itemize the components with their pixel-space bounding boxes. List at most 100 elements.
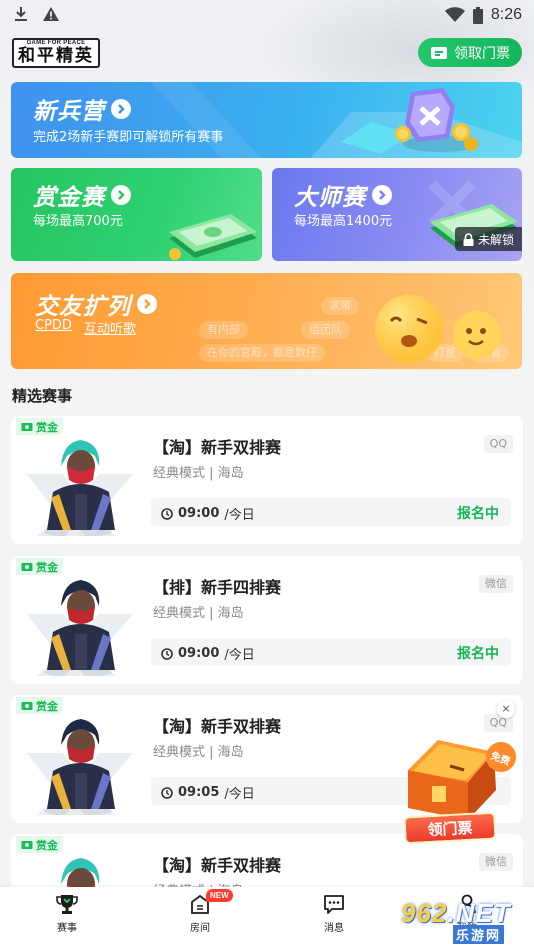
- nav-label: 房间: [190, 923, 210, 934]
- character-image: [27, 580, 133, 676]
- message-icon: [324, 895, 344, 914]
- match-time-value: 09:00: [178, 506, 220, 521]
- nav-tab-rooms[interactable]: NEW 房间: [160, 889, 240, 934]
- logo-title: 和平精英: [18, 46, 94, 66]
- clock-icon: [161, 786, 173, 799]
- master-title: 大师赛: [294, 185, 366, 211]
- new-badge: NEW: [206, 889, 233, 902]
- cash-icon: [21, 840, 33, 849]
- claim-ticket-button[interactable]: 领取门票: [418, 38, 522, 67]
- claim-ticket-label: 领取门票: [454, 45, 510, 62]
- bounty-title-row: 赏金赛: [33, 178, 131, 212]
- match-title: 【排】新手四排赛: [153, 578, 282, 597]
- match-time: 09:00/今日: [161, 644, 255, 663]
- master-subtitle: 每场最高1400元: [294, 214, 393, 229]
- chat-bubble: 求带: [321, 297, 359, 315]
- chat-bubble: 有内部: [199, 321, 248, 339]
- cpdd-link[interactable]: CPDD: [35, 318, 72, 337]
- cash-icon: [21, 422, 33, 431]
- match-mode: 经典模式 | 海岛: [153, 745, 244, 760]
- bounty-subtitle: 每场最高700元: [33, 214, 123, 229]
- download-icon: [15, 7, 27, 21]
- master-banner[interactable]: 大师赛 每场最高1400元 未解锁: [272, 168, 522, 261]
- arrow-right-icon: [111, 185, 131, 205]
- match-card[interactable]: 赏金 【排】新手四排赛 经典模式 | 海岛 微信 09:00/今日 报名中: [11, 556, 523, 684]
- nav-label: 赛事: [57, 923, 77, 934]
- watermark-domain: .NET: [447, 898, 511, 928]
- bounty-title: 赏金赛: [33, 185, 105, 211]
- recruit-title-row: 新兵营: [33, 92, 131, 126]
- match-time: 09:05/今日: [161, 783, 255, 802]
- tag-label: 赏金: [36, 560, 58, 574]
- match-day: /今日: [224, 508, 255, 523]
- emoji-faces-icon: [375, 295, 501, 363]
- nav-tab-events[interactable]: 赛事: [27, 893, 107, 934]
- platform-badge: QQ: [483, 435, 513, 453]
- match-day: /今日: [224, 787, 255, 802]
- social-banner[interactable]: 有内部 组团队 在你的宫殿，都是数仔 求带 打爸 勇者 交友扩列 CPDD 互动…: [11, 273, 522, 369]
- social-links: CPDD 互动听歌: [35, 318, 136, 337]
- platform-badge: 微信: [479, 575, 513, 593]
- arrow-right-icon: [372, 185, 392, 205]
- music-link[interactable]: 互动听歌: [84, 318, 136, 337]
- cash-icon: [21, 562, 33, 571]
- tag-label: 赏金: [36, 420, 58, 434]
- locked-label: 未解锁: [477, 232, 514, 247]
- bounty-tag: 赏金: [16, 418, 63, 435]
- section-title: 精选赛事: [12, 387, 73, 405]
- match-mode: 经典模式 | 海岛: [153, 466, 244, 481]
- recruit-title: 新兵营: [33, 99, 105, 125]
- warning-icon: [43, 7, 59, 21]
- tag-label: 赏金: [36, 699, 58, 713]
- clock-icon: [161, 647, 173, 660]
- lock-icon: [463, 232, 474, 246]
- platform-badge: 微信: [479, 853, 513, 871]
- bounty-banner[interactable]: 赏金赛 每场最高700元: [11, 168, 262, 261]
- free-ticket-promo[interactable]: 免费 × 领门票: [398, 700, 523, 845]
- bounty-tag: 赏金: [16, 697, 63, 714]
- recruit-subtitle: 完成2场新手赛即可解锁所有赛事: [33, 130, 224, 145]
- shield-coins-icon: [395, 88, 479, 152]
- recruit-banner[interactable]: 新兵营 完成2场新手赛即可解锁所有赛事: [11, 82, 522, 158]
- claim-ticket-promo-label: 领门票: [403, 811, 497, 845]
- social-title: 交友扩列: [35, 294, 131, 320]
- match-title: 【淘】新手双排赛: [153, 438, 282, 457]
- site-watermark: 962.NET 乐游网: [397, 898, 527, 944]
- social-title-row: 交友扩列: [35, 287, 157, 321]
- character-image: [27, 440, 133, 536]
- match-day: /今日: [224, 648, 255, 663]
- cash-icon: [21, 701, 33, 710]
- match-time: 09:00/今日: [161, 504, 255, 523]
- match-info-bar: 09:00/今日 报名中: [151, 498, 511, 526]
- status-time: 8:26: [490, 6, 522, 23]
- match-mode: 经典模式 | 海岛: [153, 606, 244, 621]
- game-logo: GAME FOR PEACE 和平精英: [12, 38, 100, 68]
- match-title: 【淘】新手双排赛: [153, 717, 282, 736]
- status-bar: 8:26: [0, 0, 534, 30]
- close-icon[interactable]: ×: [497, 700, 515, 718]
- trophy-icon: [56, 895, 78, 914]
- nav-label: 消息: [324, 923, 344, 934]
- character-image: [27, 719, 133, 815]
- arrow-right-icon: [137, 294, 157, 314]
- arrow-right-icon: [111, 99, 131, 119]
- locked-badge: 未解锁: [454, 227, 522, 251]
- watermark-subtitle: 乐游网: [453, 925, 505, 944]
- match-title: 【淘】新手双排赛: [153, 856, 282, 875]
- tag-label: 赏金: [36, 838, 58, 852]
- clock-icon: [161, 507, 173, 520]
- match-info-bar: 09:00/今日 报名中: [151, 638, 511, 666]
- ticket-icon: [431, 46, 447, 59]
- match-time-value: 09:05: [178, 785, 220, 800]
- signup-status[interactable]: 报名中: [457, 503, 499, 523]
- chat-bubble: 在你的宫殿，都是数仔: [199, 344, 325, 362]
- master-title-row: 大师赛: [294, 178, 392, 212]
- wifi-icon: [444, 7, 465, 22]
- chat-bubble: 组团队: [301, 321, 350, 339]
- watermark-number: 962: [401, 898, 448, 928]
- battery-icon: [472, 6, 483, 24]
- signup-status[interactable]: 报名中: [457, 643, 499, 663]
- nav-tab-messages[interactable]: 消息: [294, 893, 374, 934]
- bounty-tag: 赏金: [16, 836, 63, 853]
- match-card[interactable]: 赏金 【淘】新手双排赛 经典模式 | 海岛 QQ 09:00/今日 报名中: [11, 416, 523, 544]
